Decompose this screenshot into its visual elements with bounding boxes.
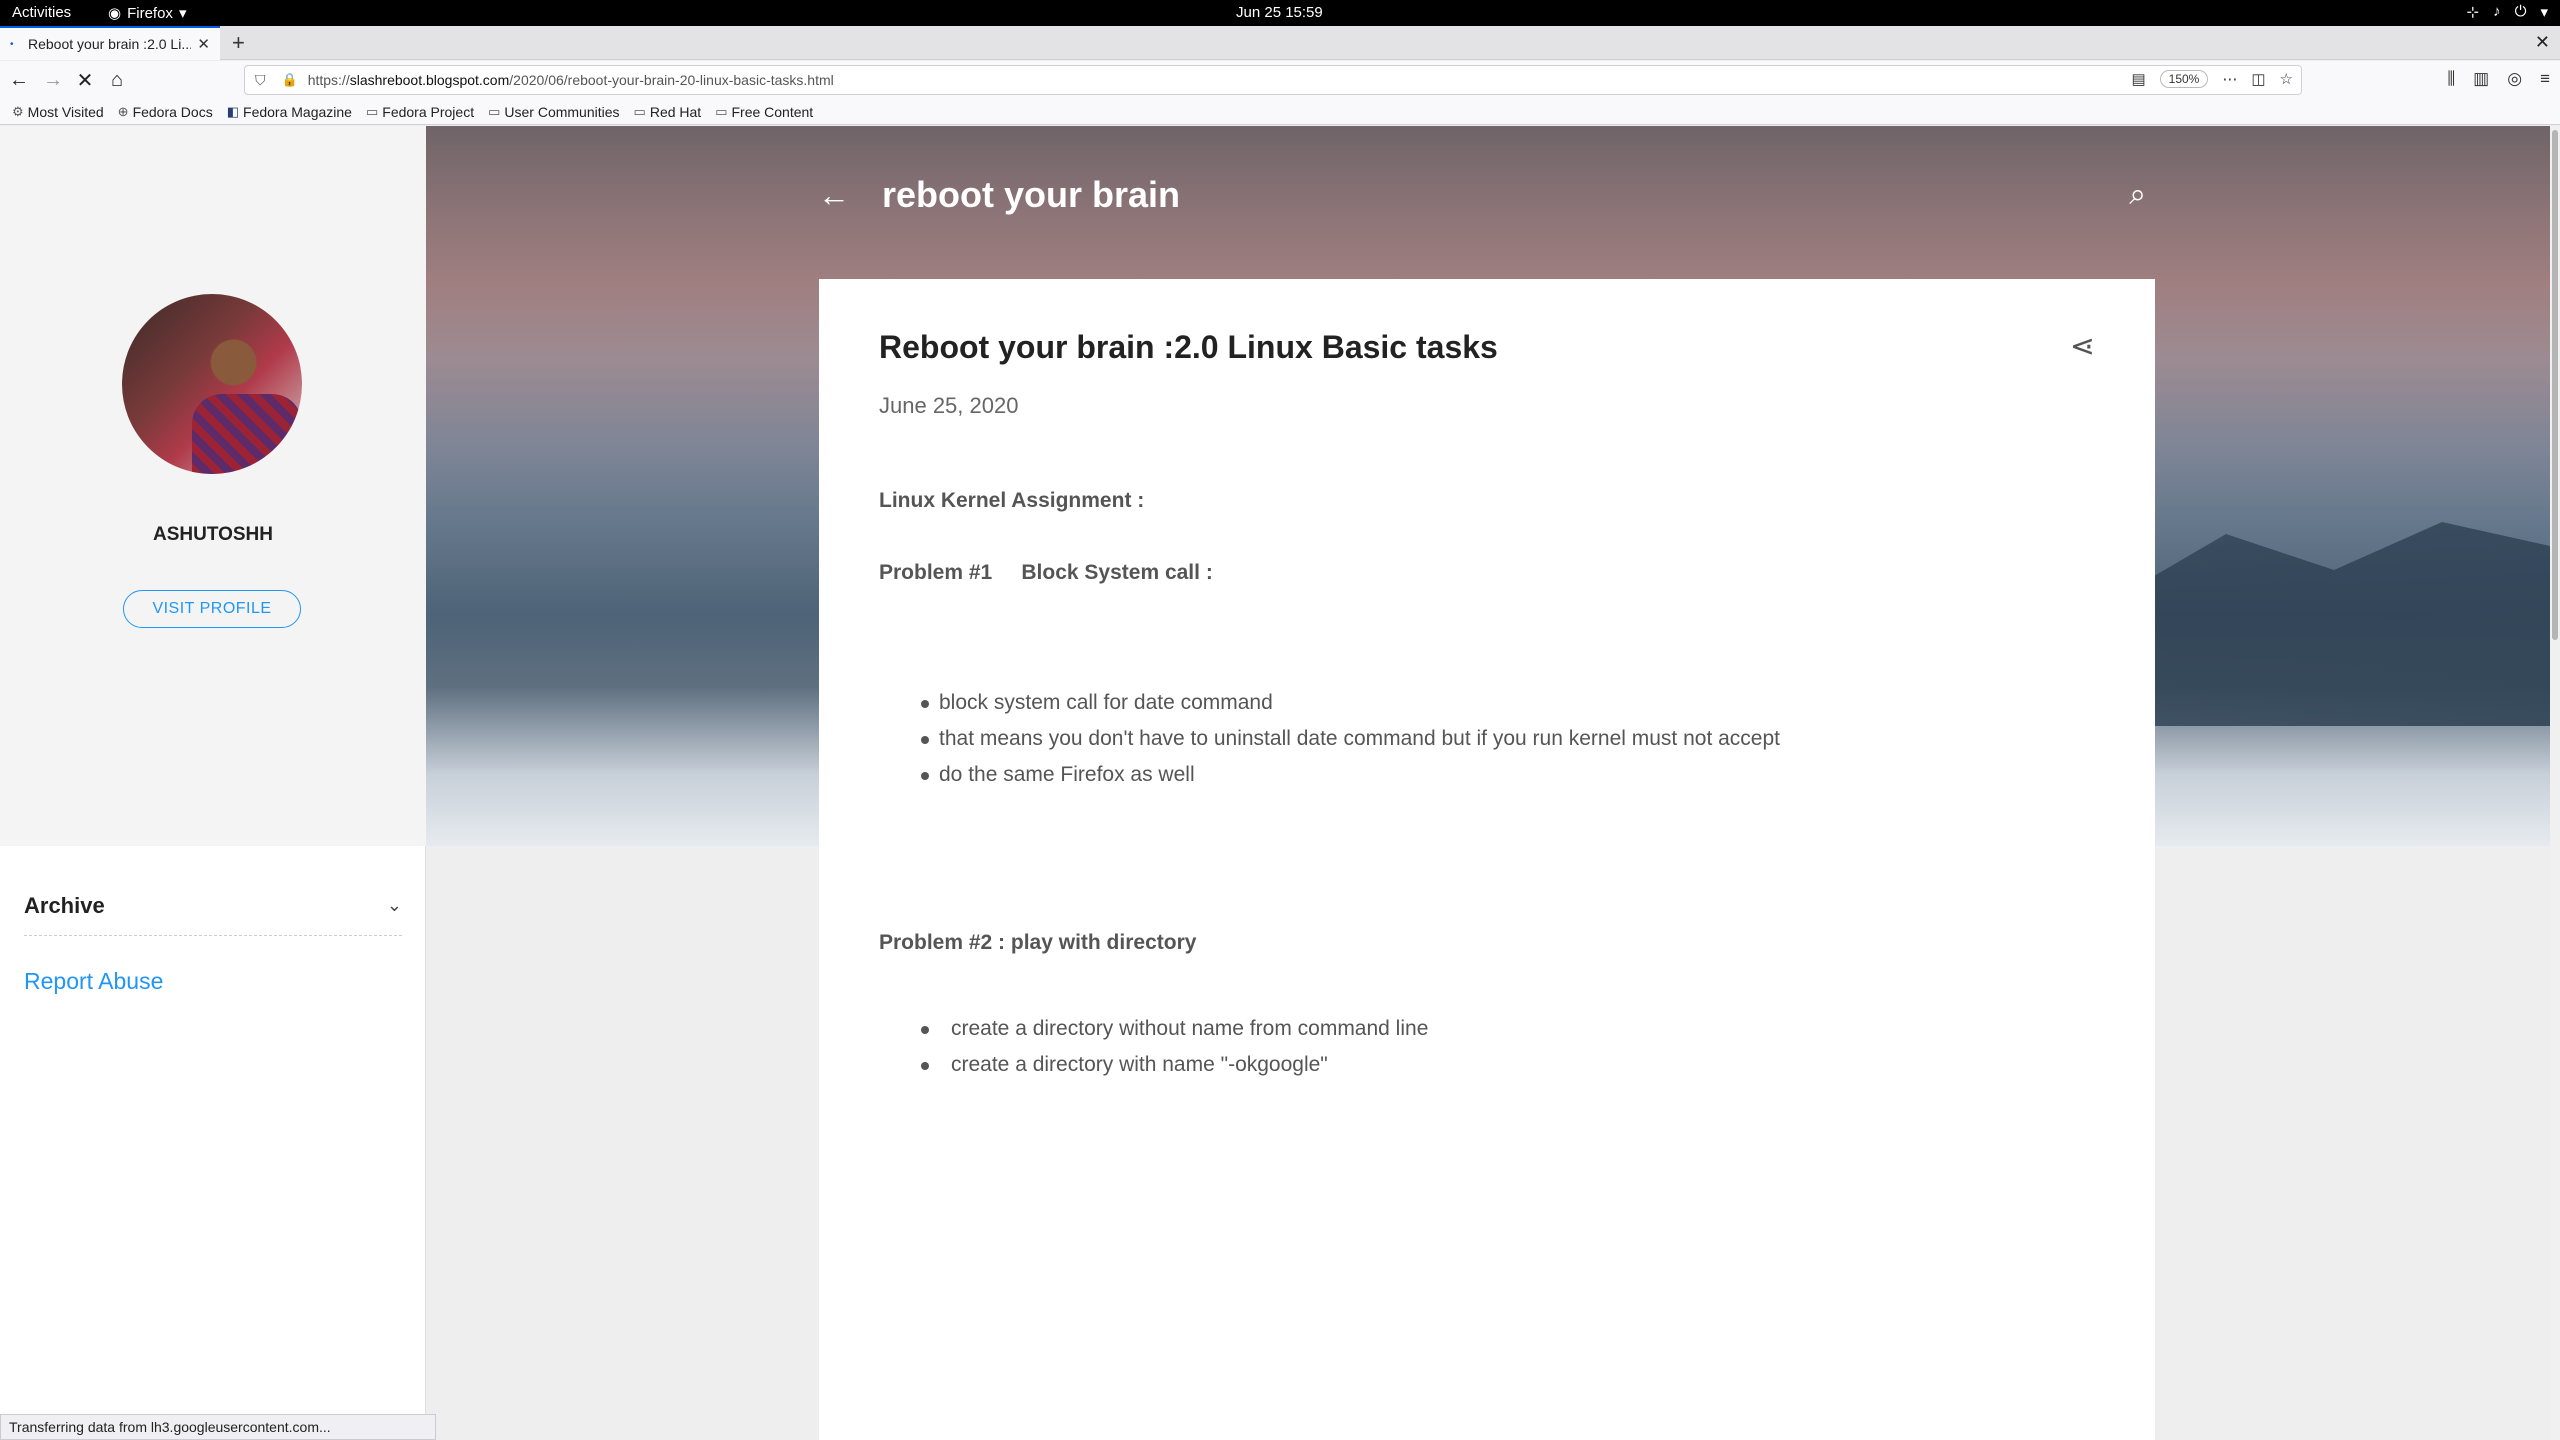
tab-active[interactable]: • Reboot your brain :2.0 Li... ✕ [0, 26, 220, 60]
bookmark-fedora-magazine[interactable]: ◧ Fedora Magazine [227, 104, 352, 120]
folder-icon: ▭ [633, 103, 646, 119]
problem1-list: block system call for date command that … [921, 685, 1780, 793]
lock-icon[interactable]: 🔒 [282, 72, 298, 88]
avatar[interactable] [122, 294, 302, 474]
close-tab-icon[interactable]: ✕ [197, 35, 210, 53]
bookmark-user-communities[interactable]: ▭ User Communities [488, 104, 619, 120]
bookmark-label: Fedora Project [382, 103, 475, 120]
power-icon: ⏻ [2514, 3, 2527, 20]
tab-strip: • Reboot your brain :2.0 Li... ✕ + ✕ [0, 26, 2560, 60]
menu-icon[interactable]: ≡ [2540, 69, 2550, 89]
url-host: slashreboot.blogspot.com [349, 72, 510, 88]
pocket-icon[interactable]: ◫ [2251, 70, 2265, 88]
post-card: Reboot your brain :2.0 Linux Basic tasks… [819, 279, 2155, 1440]
folder-icon: ▭ [365, 103, 379, 119]
network-icon: ⊹ [2466, 4, 2480, 21]
shield-icon[interactable]: ⛉ [255, 72, 266, 89]
app-menu[interactable]: ◉ Firefox ▾ [108, 4, 187, 23]
post-date[interactable]: June 25, 2020 [879, 393, 1018, 419]
list-item: create a directory with name "-okgoogle" [921, 1047, 1428, 1083]
back-arrow-icon[interactable]: ← [818, 177, 850, 214]
bookmarks-bar: ⚙ Most Visited ⊕ Fedora Docs ◧ Fedora Magaz… [0, 99, 2560, 125]
archive-toggle[interactable]: Archive ⌄ [24, 876, 402, 936]
profile-section [0, 126, 426, 846]
volume-icon: ♪ [2493, 3, 2501, 20]
post-heading-problem1: Problem #1 Block System call : [879, 561, 1213, 584]
chevron-down-icon: ▾ [178, 5, 187, 22]
url-bar[interactable]: ⛉ 🔒 https://slashreboot.blogspot.com/202… [244, 65, 2302, 95]
bookmark-label: Fedora Magazine [243, 103, 352, 120]
bookmark-red-hat[interactable]: ▭ Red Hat [634, 104, 702, 120]
bookmark-free-content[interactable]: ▭ Free Content [715, 104, 813, 120]
bookmark-label: Free Content [731, 103, 814, 120]
loading-icon: • [10, 38, 14, 50]
avatar-shirt [192, 394, 302, 474]
scrollbar-thumb[interactable] [2552, 130, 2558, 640]
window-close-button[interactable]: ✕ [2535, 32, 2550, 53]
list-item: block system call for date command [921, 685, 1780, 721]
bookmark-label: User Communities [504, 103, 620, 120]
chevron-down-icon: ⌄ [386, 895, 402, 915]
fedora-magazine-icon: ◧ [226, 103, 240, 119]
globe-icon: ⊕ [117, 103, 129, 119]
list-item: create a directory without name from com… [921, 1011, 1428, 1047]
bookmark-label: Red Hat [649, 103, 702, 120]
status-bar: Transferring data from lh3.googleusercon… [0, 1414, 436, 1440]
bookmark-label: Fedora Docs [132, 103, 213, 120]
post-title: Reboot your brain :2.0 Linux Basic tasks [879, 329, 1498, 365]
zoom-level[interactable]: 150% [2159, 70, 2209, 88]
archive-label: Archive [24, 892, 105, 918]
new-tab-button[interactable]: + [232, 30, 245, 56]
gnome-top-bar: Activities ◉ Firefox ▾ Jun 25 15:59 ⊹ ♪ … [0, 0, 2560, 26]
library-icon[interactable]: ⫼ [2447, 69, 2455, 89]
blog-sidebar: ASHUTOSHH VISIT PROFILE Archive ⌄ Report… [0, 126, 426, 1440]
activities-button[interactable]: Activities [12, 4, 71, 21]
list-item: do the same Firefox as well [921, 757, 1780, 793]
bookmark-fedora-docs[interactable]: ⊕ Fedora Docs [118, 104, 213, 120]
web-page: ASHUTOSHH VISIT PROFILE Archive ⌄ Report… [0, 126, 2560, 1440]
gear-icon: ⚙ [12, 103, 24, 119]
visit-profile-button[interactable]: VISIT PROFILE [123, 590, 301, 628]
bookmark-star-icon[interactable]: ☆ [2280, 70, 2293, 88]
clock[interactable]: Jun 25 15:59 [1236, 4, 1323, 21]
search-icon[interactable]: ⌕ [2129, 178, 2146, 212]
bookmark-label: Most Visited [27, 103, 104, 120]
back-button[interactable]: ← [6, 67, 32, 93]
bookmark-most-visited[interactable]: ⚙ Most Visited [12, 104, 104, 120]
reader-view-icon[interactable]: ▤ [2131, 70, 2145, 88]
list-item: that means you don't have to uninstall d… [921, 721, 1780, 757]
sidebar-toggle-icon[interactable]: ▥ [2473, 69, 2489, 89]
url-actions: ▤ 150% ⋯ ◫ ☆ [2131, 70, 2293, 88]
blog-title[interactable]: reboot your brain [882, 174, 2129, 216]
forward-button[interactable]: → [40, 67, 66, 93]
post-heading-problem2: Problem #2 : play with directory [879, 931, 1197, 954]
account-icon[interactable]: ◎ [2507, 69, 2522, 89]
nav-bar: ← → ✕ ⌂ ⛉ 🔒 https://slashreboot.blogspot… [0, 61, 2560, 99]
share-icon[interactable]: ⋖ [2070, 329, 2095, 364]
report-abuse-link[interactable]: Report Abuse [24, 968, 163, 995]
system-menu[interactable]: ⊹ ♪ ⏻ ▾ [2467, 3, 2548, 21]
tab-title: Reboot your brain :2.0 Li... [28, 36, 192, 52]
folder-icon: ▭ [488, 103, 501, 119]
post-heading-assignment: Linux Kernel Assignment : [879, 489, 1145, 512]
app-menu-label: Firefox [127, 4, 173, 22]
firefox-icon: ◉ [108, 5, 122, 22]
stop-button[interactable]: ✕ [72, 67, 98, 93]
page-scrollbar[interactable] [2550, 126, 2560, 1440]
toolbar-right: ⫼ ▥ ◎ ≡ [2447, 69, 2550, 89]
folder-icon: ▭ [715, 103, 728, 119]
chevron-down-icon: ▾ [2540, 4, 2548, 21]
home-button[interactable]: ⌂ [104, 67, 130, 93]
problem2-list: create a directory without name from com… [921, 1011, 1428, 1083]
url-prefix: https:// [307, 72, 350, 88]
url-path: /2020/06/reboot-your-brain-20-linux-basi… [509, 72, 834, 88]
page-actions-icon[interactable]: ⋯ [2222, 70, 2237, 88]
blog-header: ← reboot your brain ⌕ [818, 160, 2154, 230]
profile-name: ASHUTOSHH [153, 524, 273, 545]
bookmark-fedora-project[interactable]: ▭ Fedora Project [366, 104, 474, 120]
